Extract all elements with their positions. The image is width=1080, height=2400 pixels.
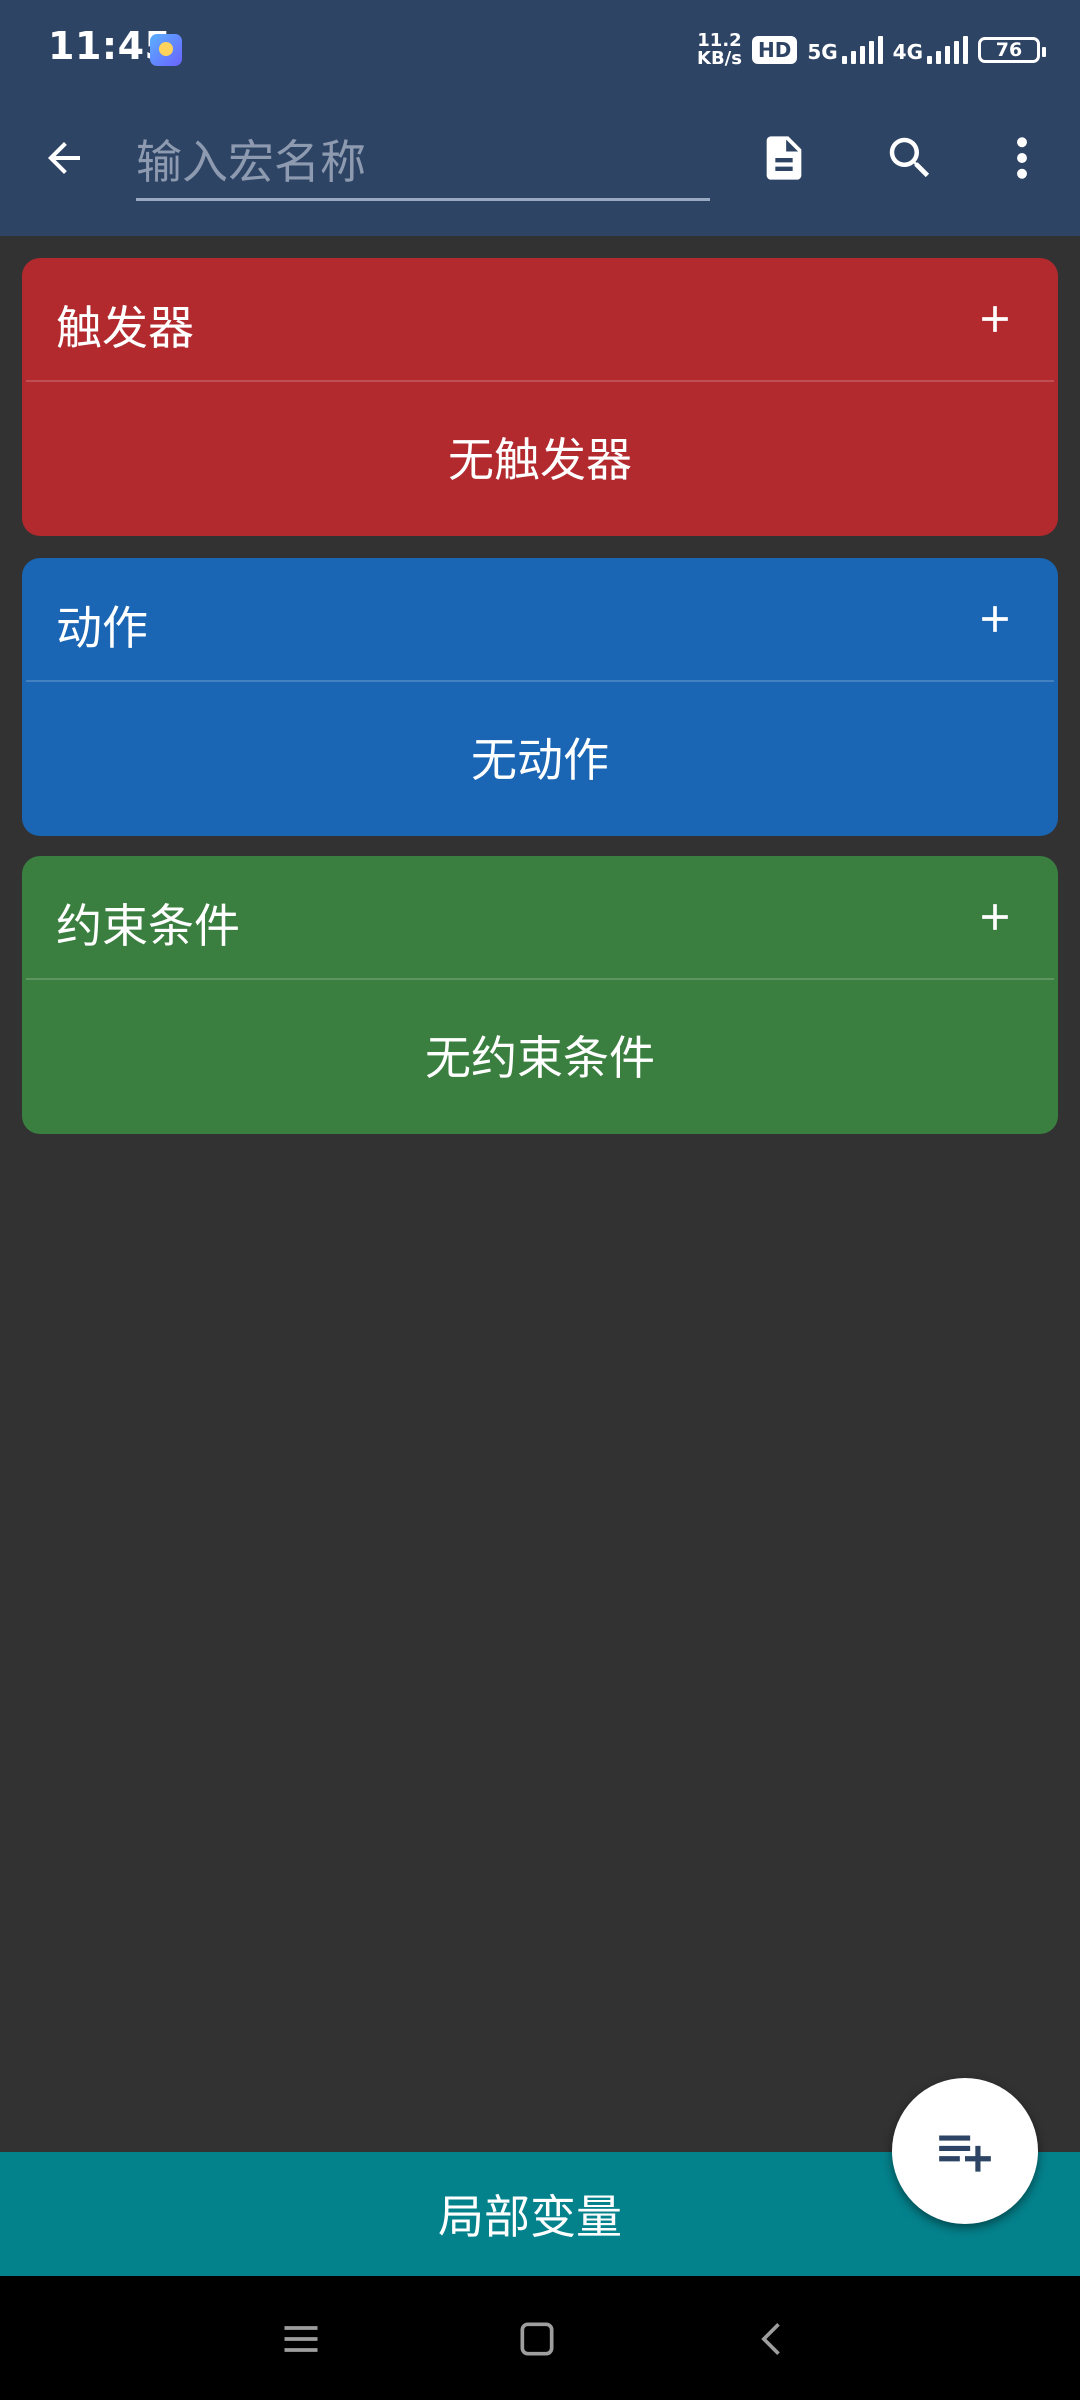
triggers-title: 触发器 — [56, 301, 194, 355]
status-bar: 11:45 11.2 KB/s HD 5G 4G 76 — [0, 0, 1080, 100]
constraints-card: 约束条件 无约束条件 — [22, 856, 1058, 1134]
hd-icon: HD — [751, 36, 798, 64]
search-button[interactable] — [874, 122, 946, 194]
gallery-notification-icon — [150, 34, 182, 66]
more-options-button[interactable] — [1006, 122, 1038, 194]
sim2-signal-icon: 4G — [893, 36, 968, 64]
back-button[interactable] — [28, 122, 100, 194]
document-icon — [766, 136, 802, 180]
triggers-header: 触发器 — [26, 258, 1054, 382]
constraints-title: 约束条件 — [56, 899, 240, 953]
net-speed: 11.2 KB/s — [697, 32, 742, 68]
sim1-network-label: 5G — [807, 40, 838, 64]
app-bar — [0, 100, 1080, 236]
constraints-empty-text: 无约束条件 — [425, 1031, 655, 1085]
add-action-button[interactable] — [966, 590, 1024, 648]
menu-icon — [284, 2326, 318, 2352]
add-trigger-button[interactable] — [966, 290, 1024, 348]
nav-back-button[interactable] — [738, 2304, 808, 2374]
top-bar: 11:45 11.2 KB/s HD 5G 4G 76 — [0, 0, 1080, 236]
plus-icon — [982, 606, 1008, 632]
actions-empty-text: 无动作 — [471, 733, 609, 787]
system-nav-bar — [0, 2276, 1080, 2400]
arrow-left-icon — [48, 142, 80, 174]
plus-icon — [982, 904, 1008, 930]
triggers-card: 触发器 无触发器 — [22, 258, 1058, 536]
playlist-add-icon — [939, 2135, 991, 2172]
battery-level: 76 — [995, 39, 1023, 61]
constraints-header: 约束条件 — [26, 856, 1054, 980]
chevron-left-icon — [761, 2323, 780, 2355]
home-square-icon — [520, 2322, 554, 2356]
sim1-signal-icon: 5G — [807, 36, 883, 64]
nav-recents-button[interactable] — [266, 2304, 336, 2374]
macro-name-input[interactable] — [136, 126, 710, 201]
actions-card: 动作 无动作 — [22, 558, 1058, 836]
battery-icon: 76 — [978, 37, 1046, 63]
actions-header: 动作 — [26, 558, 1054, 682]
triggers-empty-text: 无触发器 — [448, 433, 632, 487]
add-constraint-button[interactable] — [966, 888, 1024, 946]
actions-title: 动作 — [56, 601, 148, 655]
more-vert-icon — [1017, 137, 1027, 179]
add-to-list-fab[interactable] — [892, 2078, 1038, 2224]
net-speed-unit: KB/s — [697, 48, 742, 69]
nav-home-button[interactable] — [502, 2304, 572, 2374]
plus-icon — [982, 306, 1008, 332]
document-button[interactable] — [748, 122, 820, 194]
search-icon — [889, 137, 930, 178]
sim2-network-label: 4G — [892, 40, 923, 64]
local-variables-label: 局部变量 — [438, 2190, 622, 2244]
status-indicators: 11.2 KB/s HD 5G 4G 76 — [697, 28, 1046, 72]
